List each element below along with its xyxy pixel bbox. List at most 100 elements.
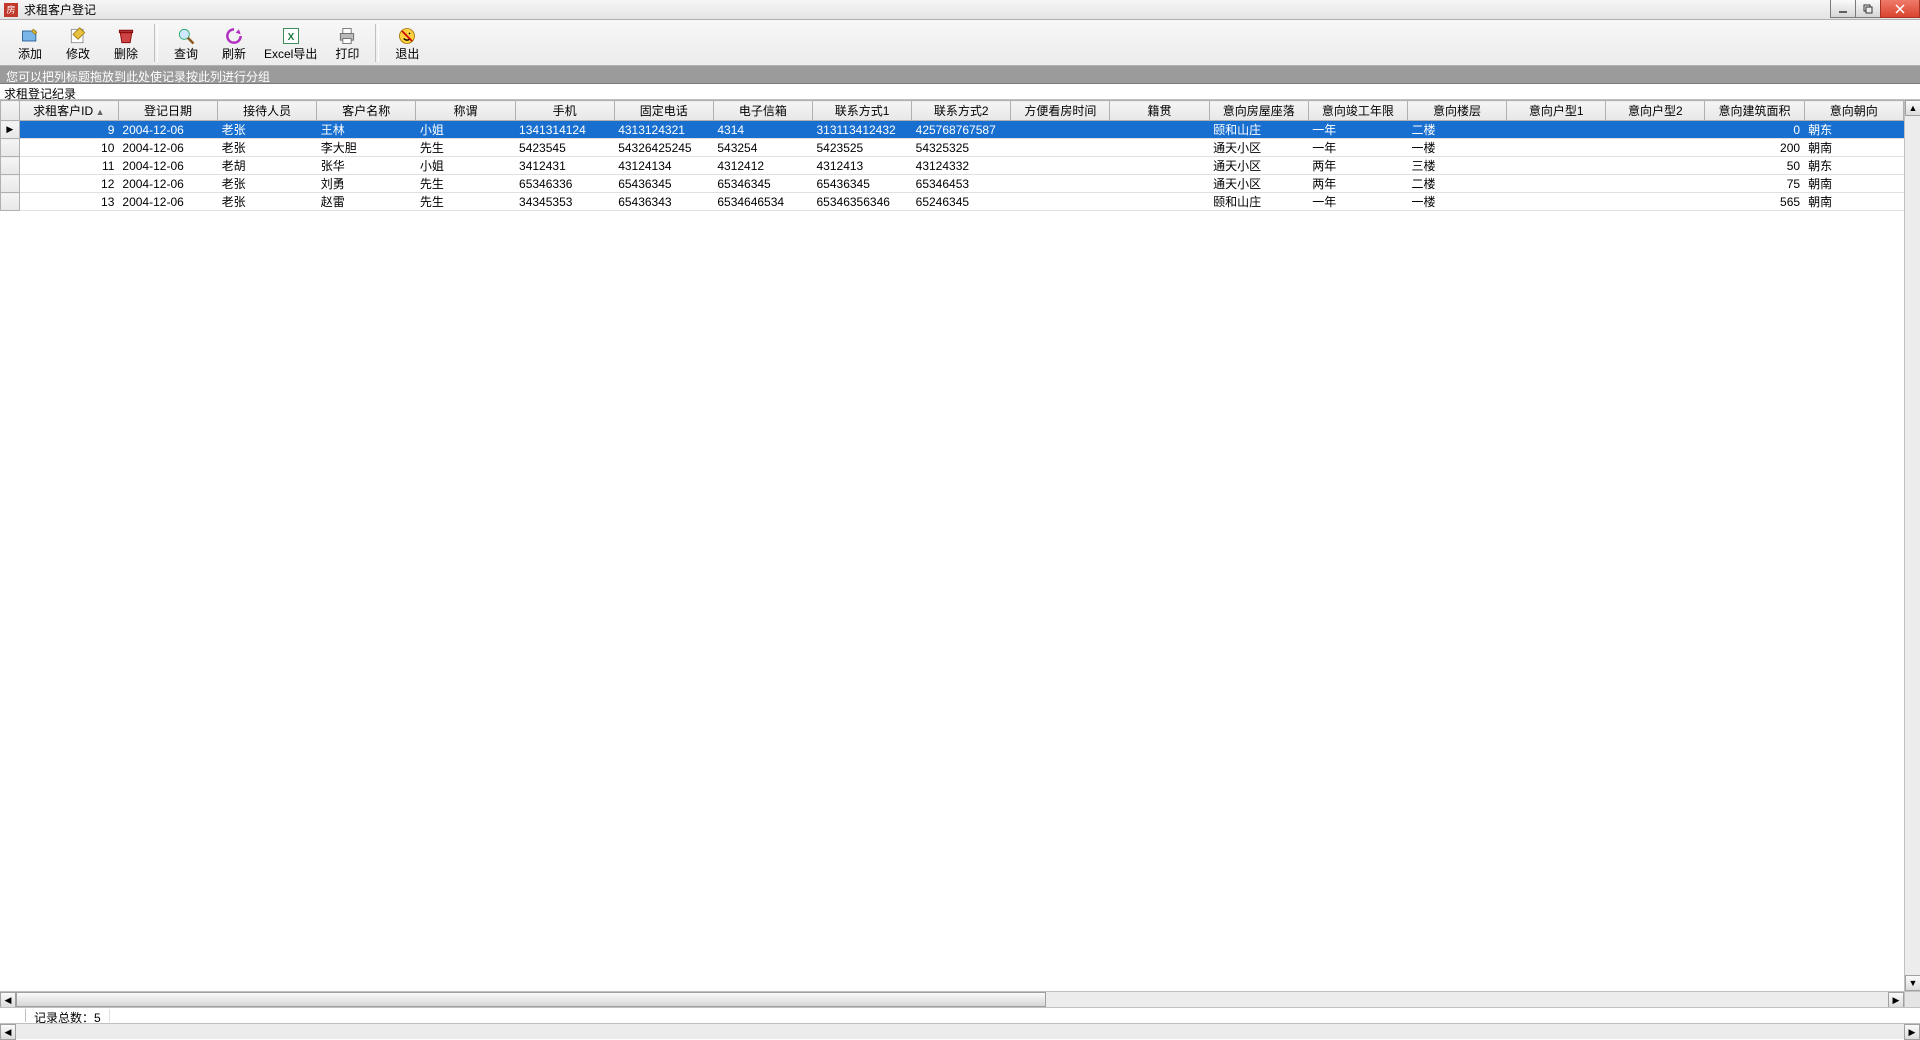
column-header[interactable]: 称谓 [416,101,515,121]
cell[interactable]: 565 [1705,193,1804,211]
cell[interactable]: 9 [19,121,118,139]
print-button[interactable]: 打印 [323,22,371,64]
column-header[interactable]: 方便看房时间 [1011,101,1110,121]
cell[interactable]: 4312413 [813,157,912,175]
column-header[interactable]: 意向朝向 [1804,101,1903,121]
column-header[interactable]: 固定电话 [614,101,713,121]
cell[interactable]: 朝东 [1804,121,1903,139]
cell[interactable]: 三楼 [1407,157,1506,175]
cell[interactable]: 65346356346 [813,193,912,211]
cell[interactable]: 4314 [713,121,812,139]
outer-horizontal-scrollbar[interactable]: ◀ ▶ [0,1023,1920,1039]
table-row[interactable]: 132004-12-06老张赵雷先生3434535365436343653464… [1,193,1904,211]
cell[interactable]: 13 [19,193,118,211]
cell[interactable]: 两年 [1308,175,1407,193]
cell[interactable]: 65346336 [515,175,614,193]
cell[interactable] [1110,121,1209,139]
column-header[interactable]: 联系方式1 [813,101,912,121]
cell[interactable]: 一年 [1308,121,1407,139]
cell[interactable]: 65436343 [614,193,713,211]
cell[interactable]: 2004-12-06 [118,121,217,139]
cell[interactable]: 刘勇 [317,175,416,193]
scroll-up-button[interactable]: ▲ [1905,100,1920,116]
data-grid[interactable]: 求租客户ID登记日期接待人员客户名称称谓手机固定电话电子信箱联系方式1联系方式2… [0,100,1904,211]
cell[interactable]: 老张 [218,121,317,139]
cell[interactable]: 朝东 [1804,157,1903,175]
cell[interactable]: 王林 [317,121,416,139]
cell[interactable]: 朝南 [1804,193,1903,211]
cell[interactable]: 1341314124 [515,121,614,139]
cell[interactable]: 54326425245 [614,139,713,157]
cell[interactable]: 李大胆 [317,139,416,157]
scroll-right-button[interactable]: ▶ [1904,1024,1920,1040]
cell[interactable]: 老张 [218,139,317,157]
scroll-right-button[interactable]: ▶ [1888,992,1904,1007]
column-header[interactable]: 手机 [515,101,614,121]
cell[interactable] [1606,157,1705,175]
scroll-track[interactable] [16,992,1888,1007]
cell[interactable] [1011,175,1110,193]
table-row[interactable]: 112004-12-06老胡张华小姐3412431431241344312412… [1,157,1904,175]
column-header[interactable]: 求租客户ID [19,101,118,121]
cell[interactable]: 34345353 [515,193,614,211]
group-by-bar[interactable]: 您可以把列标题拖放到此处使记录按此列进行分组 [0,66,1920,84]
horizontal-scrollbar[interactable]: ◀ ▶ [0,991,1904,1007]
cell[interactable] [1011,121,1110,139]
cell[interactable]: 两年 [1308,157,1407,175]
excel-export-button[interactable]: X Excel导出 [258,22,323,64]
cell[interactable]: 小姐 [416,157,515,175]
cell[interactable]: 2004-12-06 [118,139,217,157]
column-header[interactable]: 意向建筑面积 [1705,101,1804,121]
cell[interactable]: 65436345 [614,175,713,193]
table-row[interactable]: ▶92004-12-06老张王林小姐1341314124431312432143… [1,121,1904,139]
cell[interactable]: 一楼 [1407,193,1506,211]
cell[interactable]: 朝南 [1804,139,1903,157]
cell[interactable] [1507,175,1606,193]
maximize-button[interactable] [1855,0,1881,18]
cell[interactable]: 0 [1705,121,1804,139]
cell[interactable]: 3412431 [515,157,614,175]
cell[interactable]: 通天小区 [1209,139,1308,157]
cell[interactable]: 6534646534 [713,193,812,211]
column-header[interactable]: 登记日期 [118,101,217,121]
cell[interactable] [1110,157,1209,175]
cell[interactable]: 50 [1705,157,1804,175]
close-button[interactable] [1880,0,1920,18]
cell[interactable]: 二楼 [1407,121,1506,139]
cell[interactable]: 通天小区 [1209,175,1308,193]
column-header[interactable]: 客户名称 [317,101,416,121]
cell[interactable]: 先生 [416,139,515,157]
cell[interactable]: 通天小区 [1209,157,1308,175]
cell[interactable] [1507,157,1606,175]
column-header[interactable]: 意向户型2 [1606,101,1705,121]
cell[interactable]: 425768767587 [912,121,1011,139]
cell[interactable] [1507,139,1606,157]
cell[interactable]: 65346345 [713,175,812,193]
cell[interactable] [1110,139,1209,157]
cell[interactable]: 4312412 [713,157,812,175]
column-header[interactable]: 意向竣工年限 [1308,101,1407,121]
cell[interactable]: 老胡 [218,157,317,175]
cell[interactable] [1011,157,1110,175]
scroll-left-button[interactable]: ◀ [0,992,16,1007]
cell[interactable] [1011,139,1110,157]
cell[interactable]: 2004-12-06 [118,175,217,193]
cell[interactable]: 赵雷 [317,193,416,211]
edit-button[interactable]: 修改 [54,22,102,64]
column-header[interactable]: 联系方式2 [912,101,1011,121]
delete-button[interactable]: 删除 [102,22,150,64]
cell[interactable]: 4313124321 [614,121,713,139]
cell[interactable]: 张华 [317,157,416,175]
cell[interactable]: 朝南 [1804,175,1903,193]
scroll-down-button[interactable]: ▼ [1905,975,1920,991]
scroll-left-button[interactable]: ◀ [0,1024,16,1040]
column-header[interactable]: 意向户型1 [1507,101,1606,121]
cell[interactable]: 老张 [218,175,317,193]
cell[interactable]: 43124134 [614,157,713,175]
cell[interactable]: 543254 [713,139,812,157]
cell[interactable] [1110,193,1209,211]
cell[interactable] [1606,139,1705,157]
cell[interactable]: 65346453 [912,175,1011,193]
scroll-track[interactable] [1905,116,1920,975]
cell[interactable]: 10 [19,139,118,157]
